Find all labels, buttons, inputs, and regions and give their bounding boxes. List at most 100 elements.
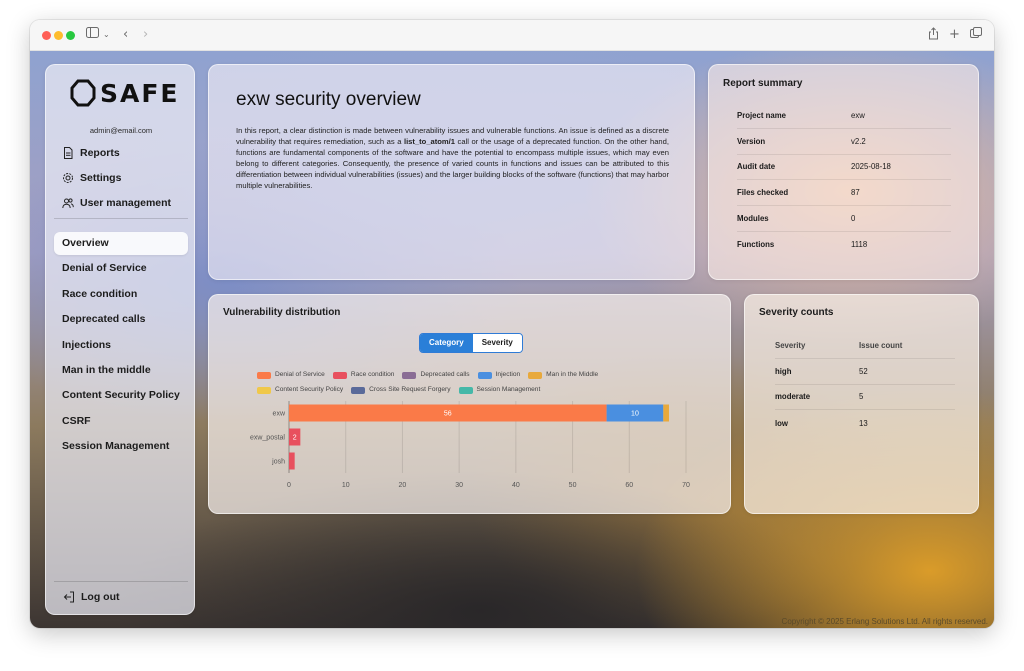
back-icon[interactable]: ‹ — [123, 27, 128, 43]
summary-key: Audit date — [737, 162, 776, 172]
category-nav: Overview Denial of Service Race conditio… — [54, 232, 188, 461]
severity-value: 13 — [859, 418, 868, 428]
page-title: exw security overview — [236, 89, 421, 110]
minimize-window-button[interactable] — [54, 31, 63, 40]
x-tick-label: 20 — [399, 482, 407, 489]
summary-value: 2025-08-18 — [851, 162, 891, 172]
sidebar-toggle-icon[interactable] — [86, 27, 99, 43]
severity-title: Severity counts — [759, 307, 834, 318]
summary-value: exw — [851, 110, 865, 120]
nav-user-management-label: User management — [80, 196, 172, 209]
y-tick-label: josh — [271, 459, 285, 466]
severity-counts-card: Severity counts Severity Issue count hig… — [744, 294, 979, 514]
title-bar: ⌄ ‹ › + — [30, 20, 994, 51]
forward-icon[interactable]: › — [143, 27, 148, 43]
issue-count-header: Issue count — [859, 340, 903, 350]
severity-table: Severity Issue count high 52 moderate 5 lo… — [775, 333, 955, 436]
severity-value: 52 — [859, 366, 868, 376]
overview-description: In this report, a clear distinction is m… — [236, 125, 669, 191]
report-summary-title: Report summary — [723, 78, 803, 89]
svg-text:SAFE: SAFE — [100, 79, 178, 107]
browser-window: ⌄ ‹ › + SAFE admin@email.com Reports Set… — [30, 20, 994, 628]
x-tick-label: 30 — [455, 482, 463, 489]
document-icon — [64, 146, 73, 159]
nav-reports[interactable]: Reports — [62, 140, 171, 165]
summary-row: Audit date 2025-08-18 — [737, 155, 951, 181]
nav-injections[interactable]: Injections — [54, 334, 188, 357]
logout-button[interactable]: Log out — [63, 591, 119, 603]
users-icon — [62, 197, 74, 208]
distribution-chart: 0 10 20 30 40 50 60 70 exw 56 10 exw_postal 2 josh — [250, 401, 690, 489]
summary-row: Version v2.2 — [737, 129, 951, 155]
severity-value: 5 — [859, 392, 864, 402]
bar-data-label: 2 — [293, 435, 297, 442]
nav-content-security-policy[interactable]: Content Security Policy — [54, 384, 188, 407]
x-tick-label: 0 — [287, 482, 291, 489]
severity-key: moderate — [775, 392, 811, 402]
sidebar-bottom-divider — [54, 581, 188, 582]
overview-code: list_to_atom/1 — [403, 137, 456, 146]
summary-value: v2.2 — [851, 136, 866, 146]
logout-label: Log out — [81, 591, 120, 603]
severity-row: high 52 — [775, 359, 955, 385]
summary-key: Project name — [737, 110, 786, 120]
chevron-down-icon[interactable]: ⌄ — [103, 27, 110, 43]
nav-csrf[interactable]: CSRF — [54, 410, 188, 433]
footer-copyright: Copyright © 2025 Erlang Solutions Ltd. A… — [781, 617, 988, 626]
sidebar-divider — [54, 218, 188, 219]
nav-deprecated-calls[interactable]: Deprecated calls — [54, 308, 188, 331]
bar-data-label: 56 — [444, 411, 452, 418]
summary-key: Functions — [737, 240, 775, 250]
bar-segment — [289, 452, 295, 470]
summary-row: Project name exw — [737, 103, 951, 129]
x-tick-label: 50 — [569, 482, 577, 489]
zoom-window-button[interactable] — [66, 31, 75, 40]
nav-reports-label: Reports — [80, 146, 120, 159]
y-tick-label: exw_postal — [250, 435, 285, 442]
summary-value: 87 — [851, 188, 860, 198]
summary-row: Files checked 87 — [737, 180, 951, 207]
severity-key: low — [775, 418, 788, 428]
new-tab-icon[interactable]: + — [949, 27, 960, 43]
nav-settings-label: Settings — [80, 171, 122, 184]
summary-key: Files checked — [737, 188, 789, 198]
severity-row: low 13 — [775, 410, 955, 436]
report-summary-table: Project name exw Version v2.2 Audit date 20… — [737, 103, 951, 258]
page-background: SAFE admin@email.com Reports Settings Us… — [30, 51, 994, 628]
nav-race-condition[interactable]: Race condition — [54, 283, 188, 306]
report-summary-card: Report summary Project name exw Version v2… — [708, 64, 979, 280]
safe-logo: SAFE — [70, 79, 178, 107]
tab-overview-icon[interactable] — [970, 27, 982, 44]
summary-row: Functions 1118 — [737, 232, 951, 258]
x-tick-label: 60 — [625, 482, 633, 489]
nav-man-in-the-middle[interactable]: Man in the middle — [54, 359, 188, 382]
severity-row: moderate 5 — [775, 385, 955, 411]
x-tick-label: 40 — [512, 482, 520, 489]
nav-session-management[interactable]: Session Management — [54, 435, 188, 458]
vulnerability-distribution-card: Vulnerability distribution Category Seve… — [208, 294, 731, 514]
summary-key: Version — [737, 136, 766, 146]
user-email: admin@email.com — [89, 126, 153, 135]
severity-key: high — [775, 366, 792, 376]
sidebar: SAFE admin@email.com Reports Settings Us… — [45, 64, 195, 615]
logout-icon — [63, 591, 74, 603]
gear-icon — [63, 172, 73, 183]
summary-row: Modules 0 — [737, 206, 951, 232]
close-window-button[interactable] — [42, 31, 51, 40]
bar-segment — [663, 404, 669, 422]
nav-user-management[interactable]: User management — [62, 190, 171, 215]
severity-header: Severity — [775, 340, 806, 350]
severity-header-row: Severity Issue count — [775, 333, 955, 359]
nav-overview[interactable]: Overview — [54, 232, 188, 255]
summary-value: 0 — [851, 214, 856, 224]
nav-top: Reports Settings User management — [62, 140, 171, 215]
overview-card: exw security overview In this report, a … — [208, 64, 695, 280]
summary-value: 1118 — [851, 240, 868, 250]
y-tick-label: exw — [273, 411, 286, 418]
bar-data-label: 10 — [631, 411, 639, 418]
share-icon[interactable] — [928, 27, 939, 45]
x-tick-label: 10 — [342, 482, 350, 489]
summary-key: Modules — [737, 214, 769, 224]
nav-denial-of-service[interactable]: Denial of Service — [54, 257, 188, 280]
nav-settings[interactable]: Settings — [62, 165, 171, 190]
